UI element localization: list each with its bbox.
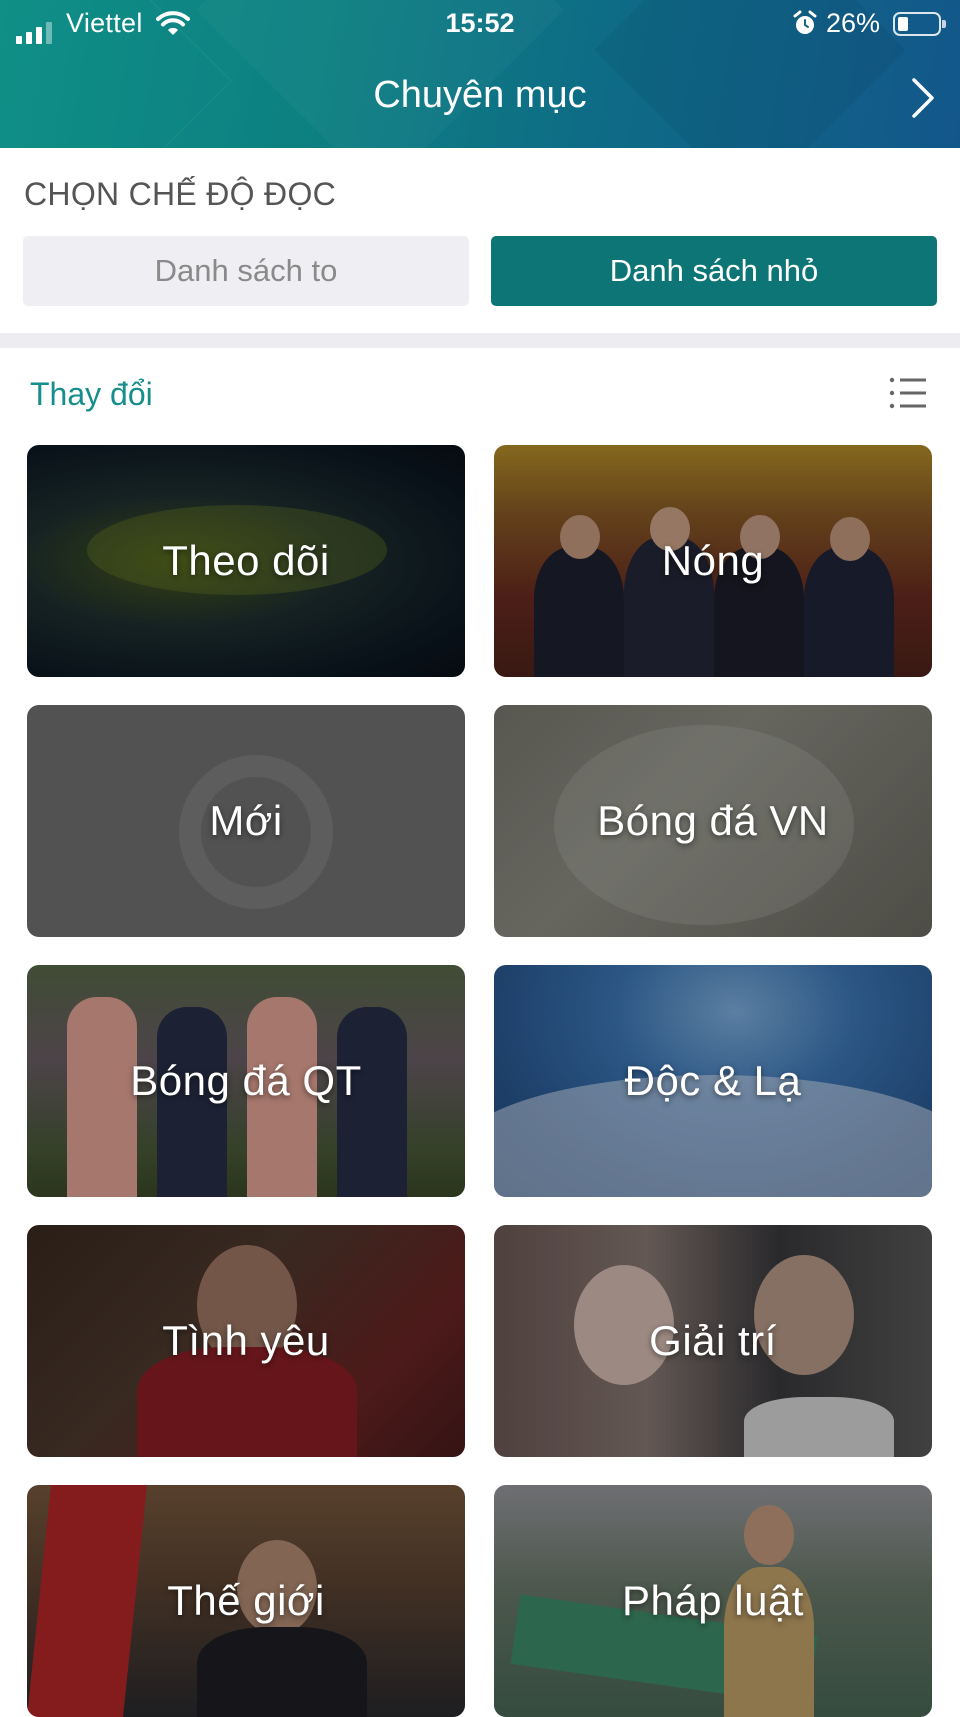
category-tile-new[interactable]: Mới [27, 705, 465, 937]
category-label: Tình yêu [162, 1317, 330, 1364]
change-categories-link[interactable]: Thay đổi [30, 376, 153, 413]
category-tile-love[interactable]: Tình yêu [27, 1225, 465, 1457]
category-label: Độc & Lạ [624, 1057, 802, 1104]
category-tile-entertainment[interactable]: Giải trí [494, 1225, 932, 1457]
category-tile-law[interactable]: Pháp luật [494, 1485, 932, 1717]
app-header: Viettel 15:52 26% Chuyên mục [0, 0, 960, 148]
category-label: Thế giới [167, 1577, 325, 1624]
category-label: Bóng đá VN [597, 797, 829, 844]
category-tile-hot[interactable]: Nóng [494, 445, 932, 677]
battery-icon [893, 12, 946, 36]
category-label: Bóng đá QT [130, 1057, 362, 1104]
small-list-button[interactable]: Danh sách nhỏ [491, 236, 937, 306]
category-tile-intl-football[interactable]: Bóng đá QT [27, 965, 465, 1197]
page-title: Chuyên mục [373, 74, 587, 116]
category-tile-odd[interactable]: Độc & Lạ [494, 965, 932, 1197]
category-label: Giải trí [649, 1317, 777, 1364]
chevron-right-icon[interactable] [902, 74, 942, 122]
category-label: Nóng [661, 537, 765, 584]
category-label: Pháp luật [622, 1577, 804, 1624]
section-divider [0, 333, 960, 348]
category-tile-vn-football[interactable]: Bóng đá VN [494, 705, 932, 937]
alarm-icon [792, 10, 818, 45]
battery-percentage: 26% [826, 8, 881, 38]
large-list-button[interactable]: Danh sách to [23, 236, 469, 306]
status-bar: Viettel 15:52 26% [0, 8, 960, 44]
reading-mode-label: CHỌN CHẾ ĐỘ ĐỌC [24, 176, 337, 212]
category-tile-follow[interactable]: Theo dõi [27, 445, 465, 677]
category-tile-world[interactable]: Thế giới [27, 1485, 465, 1717]
category-label: Mới [209, 797, 283, 844]
category-label: Theo dõi [162, 537, 330, 584]
list-view-icon[interactable] [888, 376, 928, 410]
